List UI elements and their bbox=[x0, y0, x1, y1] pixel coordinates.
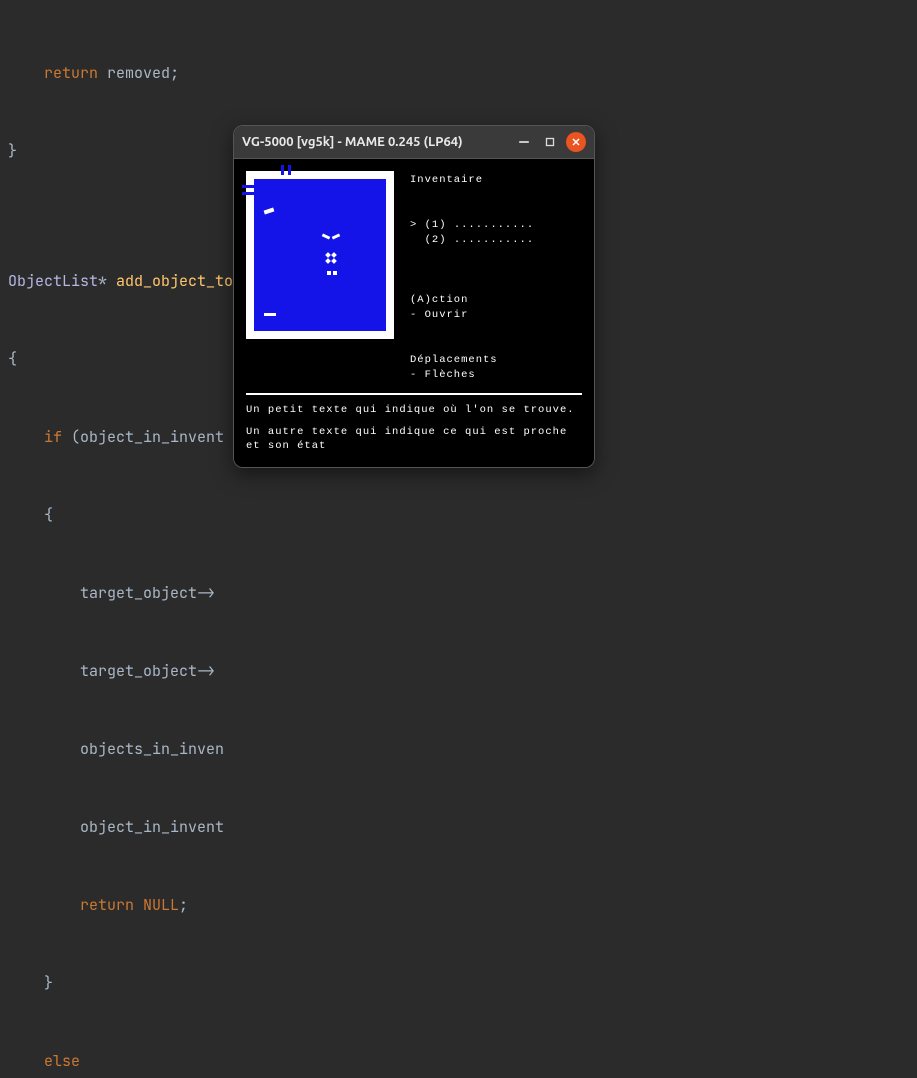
code-line: { bbox=[0, 502, 917, 528]
code-line: target_object-> bbox=[0, 658, 917, 684]
action-heading: (A)ction bbox=[410, 294, 468, 306]
inventory-item: (2) ........... bbox=[425, 234, 535, 246]
context-text: Un autre texte qui indique ce qui est pr… bbox=[246, 425, 582, 453]
game-viewport bbox=[254, 179, 386, 331]
selector-arrow: > bbox=[410, 219, 417, 231]
divider bbox=[246, 393, 582, 395]
emulator-window[interactable]: VG-5000 [vg5k] - MAME 0.245 (LP64) bbox=[233, 125, 595, 468]
inventory-item: (1) ........... bbox=[425, 219, 535, 231]
minimize-button[interactable] bbox=[514, 132, 534, 152]
inventory-heading: Inventaire bbox=[410, 174, 483, 186]
game-viewport-frame bbox=[246, 171, 394, 339]
code-line: return NULL; bbox=[0, 892, 917, 918]
emulator-body: Inventaire > (1) ........... (2) .......… bbox=[234, 159, 594, 467]
code-line: } bbox=[0, 970, 917, 996]
maximize-button[interactable] bbox=[540, 132, 560, 152]
titlebar[interactable]: VG-5000 [vg5k] - MAME 0.245 (LP64) bbox=[234, 126, 594, 159]
location-text: Un petit texte qui indique où l'on se tr… bbox=[246, 403, 582, 417]
movement-value: - Flèches bbox=[410, 369, 476, 381]
code-line: return removed; bbox=[0, 60, 917, 86]
code-line: else bbox=[0, 1048, 917, 1074]
close-button[interactable] bbox=[566, 132, 586, 152]
movement-heading: Déplacements bbox=[410, 354, 498, 366]
window-title: VG-5000 [vg5k] - MAME 0.245 (LP64) bbox=[242, 135, 508, 149]
action-value: - Ouvrir bbox=[410, 309, 468, 321]
game-sidebar: Inventaire > (1) ........... (2) .......… bbox=[410, 171, 582, 383]
code-line: objects_in_inven bbox=[0, 736, 917, 762]
code-line: target_object-> bbox=[0, 580, 917, 606]
code-line: object_in_invent bbox=[0, 814, 917, 840]
